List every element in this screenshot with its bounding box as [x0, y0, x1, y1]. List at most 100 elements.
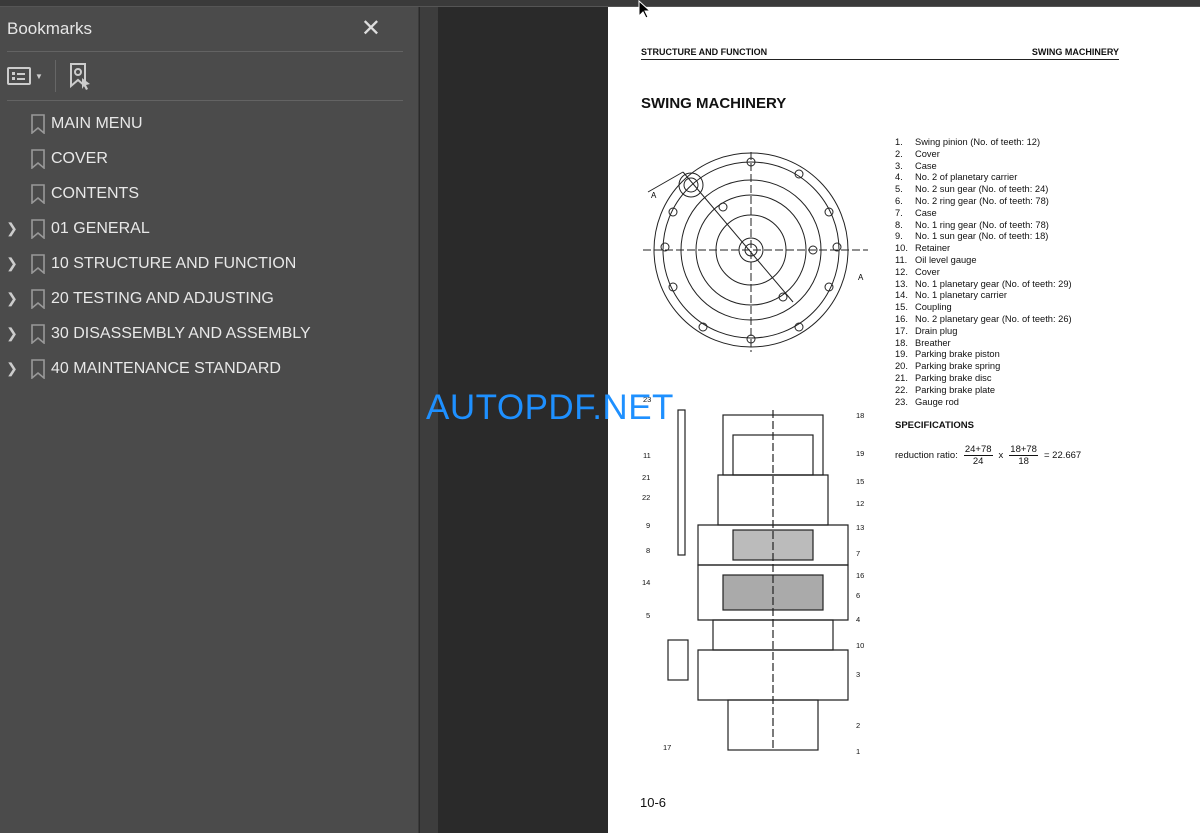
- options-button[interactable]: ▼: [7, 66, 43, 86]
- svg-text:5: 5: [646, 611, 650, 620]
- svg-text:3: 3: [856, 670, 860, 679]
- bookmark-search-icon: [69, 63, 90, 90]
- part-item: 19. Parking brake piston: [895, 349, 1072, 361]
- part-name: No. 1 planetary carrier: [915, 290, 1007, 301]
- chevron-right-icon[interactable]: ❯: [0, 360, 24, 377]
- chevron-right-icon[interactable]: ❯: [0, 255, 24, 272]
- ratio-result: = 22.667: [1043, 450, 1082, 461]
- part-number: 9.: [895, 231, 903, 242]
- part-name: No. 2 planetary gear (No. of teeth: 26): [915, 313, 1072, 324]
- part-item: 2. Cover: [895, 149, 1072, 161]
- part-name: Case: [915, 160, 937, 171]
- bookmarks-panel: Bookmarks ✕ ▼ MAIN MENU COVER CONTENTS ❯ 01 …: [0, 7, 419, 833]
- bookmark-label: 20 TESTING AND ADJUSTING: [51, 289, 274, 307]
- fraction-2: 18+78 18: [1009, 444, 1038, 467]
- part-item: 8. No. 1 ring gear (No. of teeth: 78): [895, 220, 1072, 232]
- chevron-right-icon[interactable]: ❯: [0, 220, 24, 237]
- part-name: Oil level gauge: [915, 254, 977, 265]
- page-header: STRUCTURE AND FUNCTION SWING MACHINERY: [641, 47, 1119, 60]
- svg-text:2: 2: [856, 721, 860, 730]
- bookmark-item[interactable]: ❯ 01 GENERAL: [0, 211, 418, 246]
- bookmark-icon: [24, 253, 51, 274]
- find-bookmark-button[interactable]: [68, 62, 94, 90]
- bookmark-icon: [24, 183, 51, 204]
- bookmark-item[interactable]: ❯ 10 STRUCTURE AND FUNCTION: [0, 246, 418, 281]
- svg-text:19: 19: [856, 449, 864, 458]
- bookmark-item[interactable]: ❯ 20 TESTING AND ADJUSTING: [0, 281, 418, 316]
- part-name: Coupling: [915, 302, 952, 313]
- bookmark-icon: [24, 323, 51, 344]
- svg-text:21: 21: [642, 473, 650, 482]
- svg-text:10: 10: [856, 641, 864, 650]
- part-item: 18. Breather: [895, 338, 1072, 350]
- bookmarks-header: Bookmarks ✕: [7, 7, 403, 52]
- part-number: 20.: [895, 361, 908, 372]
- svg-text:1: 1: [856, 747, 860, 755]
- svg-text:22: 22: [642, 493, 650, 502]
- part-item: 17. Drain plug: [895, 326, 1072, 338]
- part-item: 14. No. 1 planetary carrier: [895, 290, 1072, 302]
- svg-text:8: 8: [646, 546, 650, 555]
- chevron-right-icon[interactable]: ❯: [0, 290, 24, 307]
- part-number: 13.: [895, 278, 908, 289]
- part-name: No. 1 sun gear (No. of teeth: 18): [915, 231, 1049, 242]
- part-number: 4.: [895, 172, 903, 183]
- svg-text:14: 14: [642, 578, 650, 587]
- svg-text:16: 16: [856, 571, 864, 580]
- part-number: 12.: [895, 266, 908, 277]
- part-item: 1. Swing pinion (No. of teeth: 12): [895, 137, 1072, 149]
- part-number: 17.: [895, 325, 908, 336]
- part-name: Gauge rod: [915, 396, 959, 407]
- top-bar: [0, 0, 1200, 7]
- part-number: 3.: [895, 160, 903, 171]
- svg-text:6: 6: [856, 591, 860, 600]
- bookmark-item[interactable]: CONTENTS: [0, 176, 418, 211]
- part-item: 22. Parking brake plate: [895, 385, 1072, 397]
- reduction-ratio: reduction ratio: 24+78 24 x 18+78 18 = 22.…: [895, 444, 1081, 467]
- bookmark-item[interactable]: MAIN MENU: [0, 106, 418, 141]
- bookmark-item[interactable]: ❯ 40 MAINTENANCE STANDARD: [0, 351, 418, 386]
- part-number: 6.: [895, 195, 903, 206]
- svg-text:4: 4: [856, 615, 860, 624]
- svg-text:12: 12: [856, 499, 864, 508]
- part-number: 5.: [895, 184, 903, 195]
- part-name: Case: [915, 207, 937, 218]
- bookmark-icon: [24, 218, 51, 239]
- part-name: No. 2 ring gear (No. of teeth: 78): [915, 195, 1049, 206]
- part-item: 6. No. 2 ring gear (No. of teeth: 78): [895, 196, 1072, 208]
- parts-list: 1. Swing pinion (No. of teeth: 12) 2. Cover…: [895, 137, 1072, 408]
- close-icon[interactable]: ✕: [361, 17, 381, 41]
- chevron-right-icon[interactable]: ❯: [0, 325, 24, 342]
- denominator: 18: [1018, 456, 1029, 467]
- part-number: 10.: [895, 243, 908, 254]
- part-name: Cover: [915, 266, 940, 277]
- page-title: SWING MACHINERY: [641, 95, 787, 112]
- part-name: No. 2 of planetary carrier: [915, 172, 1018, 183]
- bookmark-item[interactable]: ❯ 30 DISASSEMBLY AND ASSEMBLY: [0, 316, 418, 351]
- part-item: 4. No. 2 of planetary carrier: [895, 172, 1072, 184]
- part-number: 23.: [895, 396, 908, 407]
- part-number: 7.: [895, 207, 903, 218]
- ratio-label: reduction ratio:: [895, 450, 958, 461]
- part-item: 10. Retainer: [895, 243, 1072, 255]
- part-number: 16.: [895, 313, 908, 324]
- bookmark-label: 30 DISASSEMBLY AND ASSEMBLY: [51, 324, 311, 342]
- part-name: Parking brake plate: [915, 384, 996, 395]
- part-name: Cover: [915, 148, 940, 159]
- svg-text:15: 15: [856, 477, 864, 486]
- bookmark-label: CONTENTS: [51, 184, 139, 202]
- svg-text:A: A: [858, 273, 864, 282]
- bookmark-label: 40 MAINTENANCE STANDARD: [51, 359, 281, 377]
- fraction-1: 24+78 24: [963, 444, 993, 467]
- bookmark-label: COVER: [51, 149, 108, 167]
- mouse-cursor-icon: [638, 0, 650, 19]
- svg-text:A: A: [651, 191, 657, 200]
- bookmark-item[interactable]: COVER: [0, 141, 418, 176]
- part-item: 5. No. 2 sun gear (No. of teeth: 24): [895, 184, 1072, 196]
- part-item: 15. Coupling: [895, 302, 1072, 314]
- list-options-icon: [7, 67, 31, 85]
- top-view-drawing: AA: [643, 152, 868, 352]
- part-number: 19.: [895, 349, 908, 360]
- svg-text:17: 17: [663, 743, 671, 752]
- bookmark-label: MAIN MENU: [51, 114, 143, 132]
